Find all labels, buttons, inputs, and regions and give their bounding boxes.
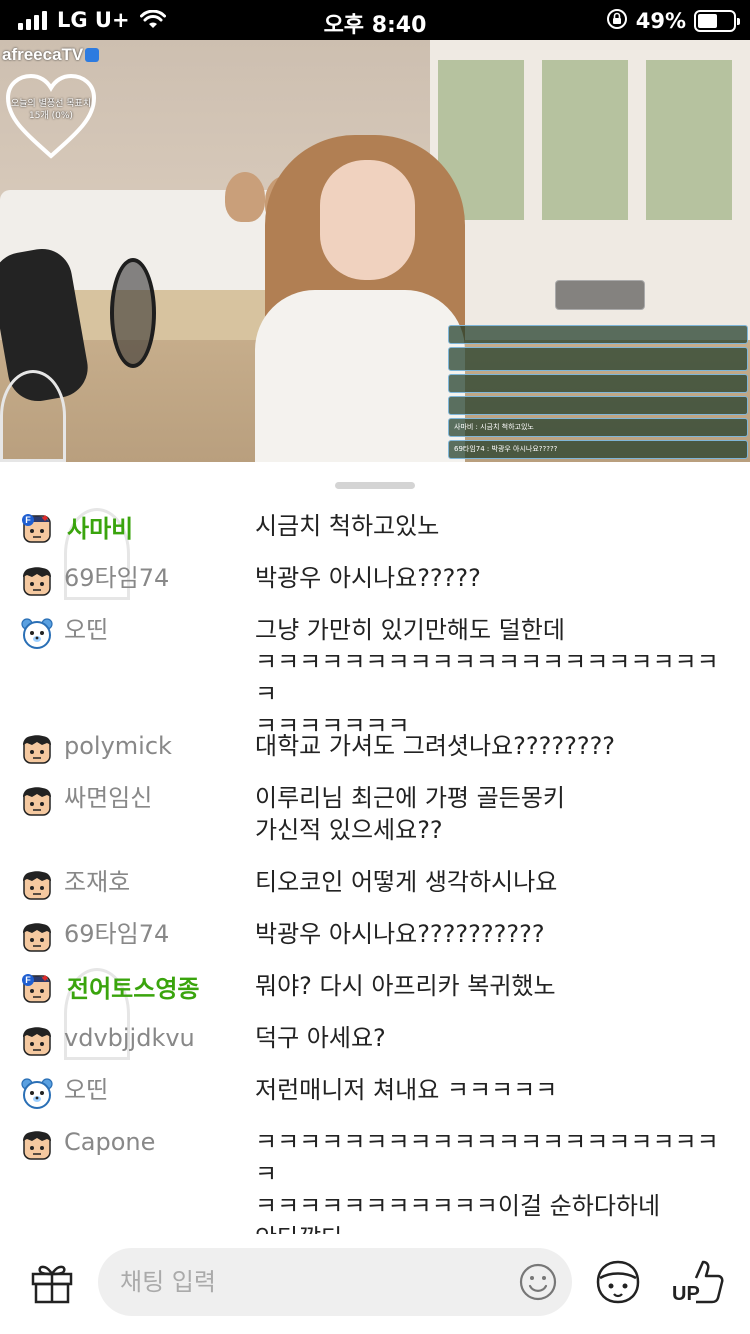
- chat-message[interactable]: 오띤 그냥 가만히 있기만해도 덜한데 ㅋㅋㅋㅋㅋㅋㅋㅋㅋㅋㅋㅋㅋㅋㅋㅋㅋㅋㅋㅋㅋㅋ…: [0, 612, 750, 740]
- orientation-lock-icon: [606, 8, 628, 34]
- user-avatar-icon[interactable]: [20, 1128, 54, 1162]
- electric-fan-image: [0, 370, 66, 462]
- chat-message-line: 대학교 가셔도 그려셧나요????????: [255, 732, 616, 760]
- teddy-bear-image: [225, 172, 265, 222]
- fan-avatar-icon[interactable]: F: [20, 972, 54, 1006]
- chat-message[interactable]: 69타임74 박광우 아시나요?????: [0, 560, 750, 612]
- chat-message[interactable]: F 사마비 시금치 척하고있노: [0, 508, 750, 600]
- chat-nickname[interactable]: 오띤: [64, 1072, 108, 1108]
- chat-message-line: ㅋㅋㅋㅋㅋㅋㅋㅋㅋㅋㅋㅋㅋㅋㅋㅋㅋㅋㅋㅋㅋㅋ: [255, 1128, 719, 1188]
- chat-message[interactable]: 조재호 티오코인 어떻게 생각하시나요: [0, 864, 750, 916]
- chat-message-text: 티오코인 어떻게 생각하시나요: [255, 864, 735, 898]
- user-avatar-icon[interactable]: [20, 868, 54, 902]
- chat-message-line: 가신적 있으세요??: [255, 816, 443, 844]
- gift-icon: [31, 1265, 73, 1304]
- chat-message-line: 박광우 아시나요?????: [255, 564, 481, 592]
- up-button[interactable]: UP: [670, 1254, 726, 1310]
- chat-message-line: 뭐야? 다시 아프리카 복귀했노: [255, 972, 556, 1000]
- up-label: UP: [672, 1283, 700, 1305]
- battery-percent: 49%: [635, 9, 686, 33]
- chat-message-text: 그냥 가만히 있기만해도 덜한데 ㅋㅋㅋㅋㅋㅋㅋㅋㅋㅋㅋㅋㅋㅋㅋㅋㅋㅋㅋㅋㅋㅋ ㅋㅋ…: [255, 612, 735, 742]
- logo-badge-icon: [85, 48, 100, 62]
- user-avatar-icon[interactable]: [20, 784, 54, 818]
- chat-message-text: 박광우 아시나요??????????: [255, 916, 735, 950]
- bear-avatar-icon[interactable]: [20, 1076, 54, 1110]
- chat-message-text: 뭐야? 다시 아프리카 복귀했노: [255, 968, 735, 1002]
- chat-message-text: 대학교 가셔도 그려셧나요????????: [255, 728, 735, 762]
- chat-message[interactable]: 싸면임신 이루리님 최근에 가평 골든몽키가신적 있으세요??: [0, 780, 750, 864]
- streamer-body: [255, 290, 465, 462]
- chat-message-line: ㅋㅋㅋㅋㅋㅋㅋㅋㅋㅋㅋ이걸 순하다하네: [255, 1192, 661, 1220]
- smiley-icon: [519, 1263, 557, 1301]
- chat-message-text: 시금치 척하고있노: [255, 508, 735, 542]
- status-bar: LG U+ 오후 8:40 49%: [0, 0, 750, 40]
- user-avatar-icon[interactable]: [20, 1024, 54, 1058]
- chat-message-line: 덕구 아세요?: [255, 1024, 386, 1052]
- chat-nickname[interactable]: vdvbjjdkvu: [64, 1020, 195, 1056]
- chat-nickname[interactable]: polymick: [64, 728, 172, 764]
- chat-message[interactable]: 오띤 저런매니저 쳐내요 ㅋㅋㅋㅋㅋ: [0, 1072, 750, 1124]
- overlay-banner: [555, 280, 645, 310]
- chat-message[interactable]: polymick 대학교 가셔도 그려셧나요????????: [0, 728, 750, 780]
- streamer-face: [320, 160, 415, 280]
- chat-nickname[interactable]: 싸면임신: [64, 780, 152, 816]
- chat-nickname[interactable]: 69타임74: [64, 560, 169, 596]
- fan-avatar-icon[interactable]: F: [20, 512, 54, 546]
- chat-nickname[interactable]: 조재호: [64, 864, 130, 900]
- battery-icon: [694, 10, 740, 32]
- user-avatar-icon[interactable]: [20, 920, 54, 954]
- thumbs-up-icon: UP: [672, 1260, 724, 1305]
- chat-nickname[interactable]: 오띤: [64, 612, 108, 648]
- bear-avatar-icon[interactable]: [20, 616, 54, 650]
- star-balloon-button[interactable]: [592, 1256, 644, 1308]
- chat-message-text: 박광우 아시나요?????: [255, 560, 735, 594]
- video-scene-wardrobe: [430, 40, 750, 360]
- svg-text:F: F: [25, 975, 31, 985]
- overlay-chat-line: 69타임74 : 박광우 아시나요?????: [448, 440, 748, 459]
- chat-input[interactable]: [120, 1248, 500, 1316]
- chat-message-line: 이루리님 최근에 가평 골든몽키: [255, 784, 565, 812]
- pop-filter-image: [110, 258, 156, 368]
- chat-message[interactable]: Capone ㅋㅋㅋㅋㅋㅋㅋㅋㅋㅋㅋㅋㅋㅋㅋㅋㅋㅋㅋㅋㅋㅋㅋㅋㅋㅋㅋㅋㅋㅋㅋㅋㅋ이…: [0, 1124, 750, 1252]
- chat-message-line: 시금치 척하고있노: [255, 512, 440, 540]
- chat-message-text: 이루리님 최근에 가평 골든몽키가신적 있으세요??: [255, 780, 735, 846]
- goal-title: 오늘의 별풍선 목표치: [10, 99, 92, 109]
- emoji-button[interactable]: [518, 1262, 558, 1302]
- status-right: 49%: [606, 8, 740, 34]
- chat-message-text: 저런매니저 쳐내요 ㅋㅋㅋㅋㅋ: [255, 1072, 735, 1106]
- chat-panel-drag-handle[interactable]: [335, 482, 415, 489]
- bottom-bar: UP: [0, 1234, 750, 1334]
- overlay-chat-line: 사마비 : 시금치 척하고있노: [448, 418, 748, 437]
- afreecatv-logo: afreecaTV: [2, 45, 100, 65]
- chat-input-box[interactable]: [98, 1248, 572, 1316]
- goal-progress: 15개 (0%): [29, 111, 73, 121]
- svg-text:F: F: [25, 515, 31, 525]
- stream-overlay-chat: 사마비 : 시금치 척하고있노 69타임74 : 박광우 아시나요?????: [448, 325, 748, 462]
- star-balloon-icon: [596, 1260, 640, 1304]
- chat-nickname[interactable]: 69타임74: [64, 916, 169, 952]
- chat-list[interactable]: F 사마비 시금치 척하고있노 69타임74 박광우 아시나요????? 오띤 그냥 가만히…: [0, 508, 750, 1252]
- chat-message-line: 저런매니저 쳐내요 ㅋㅋㅋㅋㅋ: [255, 1076, 558, 1104]
- user-avatar-icon[interactable]: [20, 732, 54, 766]
- star-balloon-goal-widget: 오늘의 별풍선 목표치 15개 (0%): [4, 72, 98, 162]
- user-avatar-icon[interactable]: [20, 564, 54, 598]
- chat-message-line: ㅋㅋㅋㅋㅋㅋㅋㅋㅋㅋㅋㅋㅋㅋㅋㅋㅋㅋㅋㅋㅋㅋ: [255, 648, 719, 708]
- gift-button[interactable]: [28, 1258, 76, 1306]
- chat-message[interactable]: F 전어토스영종 뭐야? 다시 아프리카 복귀했노: [0, 968, 750, 1060]
- chat-nickname[interactable]: Capone: [64, 1124, 155, 1160]
- video-player[interactable]: afreecaTV 오늘의 별풍선 목표치 15개 (0%) 사마비 : 시금치…: [0, 40, 750, 462]
- chat-message-line: 그냥 가만히 있기만해도 덜한데: [255, 616, 565, 644]
- chat-message[interactable]: 69타임74 박광우 아시나요??????????: [0, 916, 750, 968]
- chat-message-line: 박광우 아시나요??????????: [255, 920, 545, 948]
- chat-message[interactable]: vdvbjjdkvu 덕구 아세요?: [0, 1020, 750, 1072]
- chat-message-text: 덕구 아세요?: [255, 1020, 735, 1054]
- chat-message-line: 티오코인 어떻게 생각하시나요: [255, 868, 558, 896]
